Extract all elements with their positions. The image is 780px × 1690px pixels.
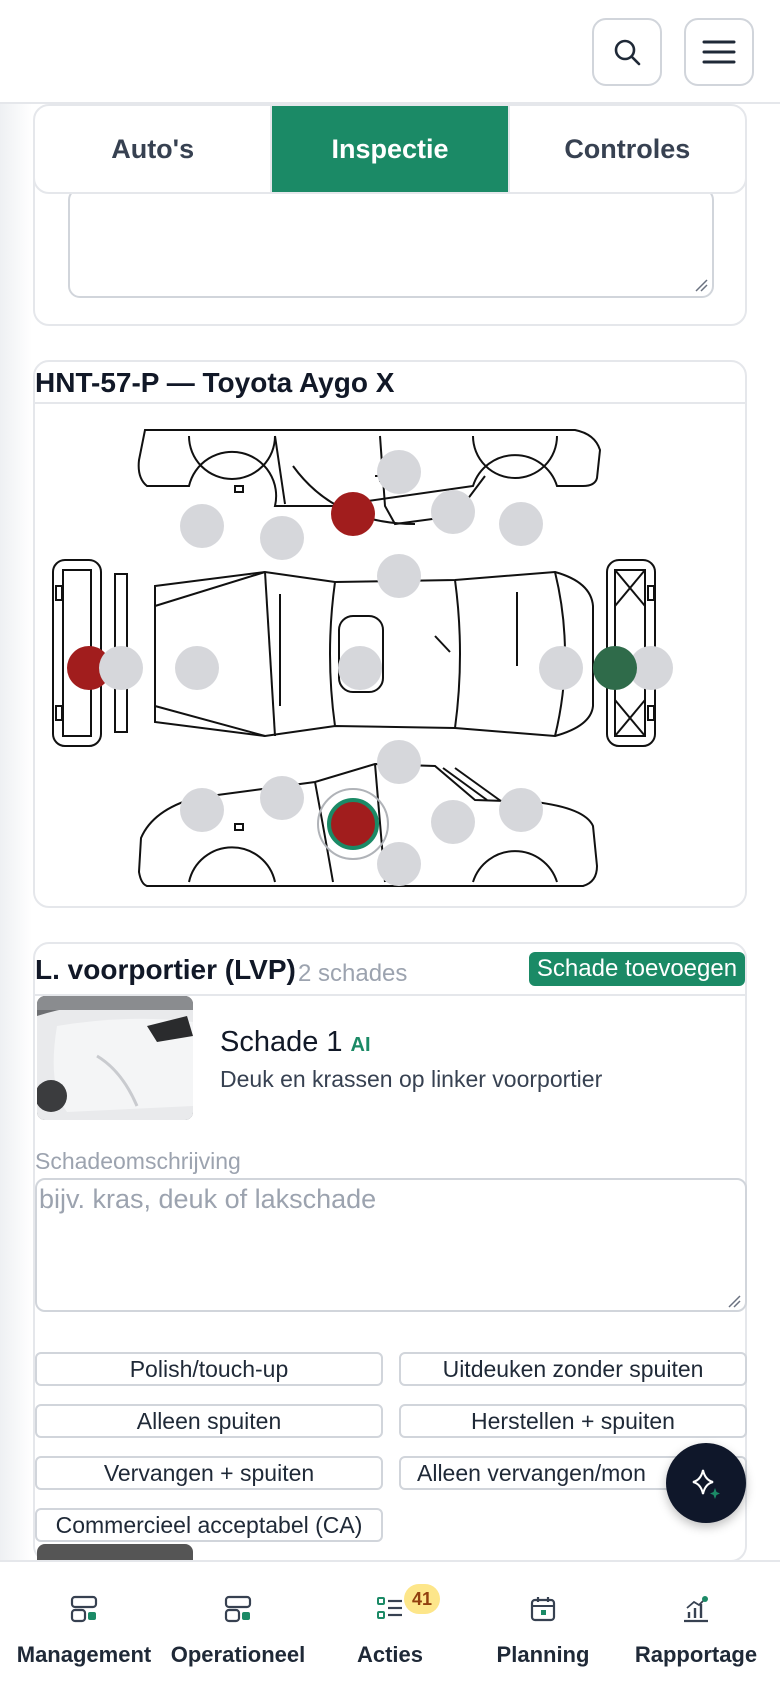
search-button[interactable] [592, 18, 662, 86]
add-damage-button[interactable]: Schade toevoegen [529, 952, 745, 986]
calendar-icon [530, 1597, 556, 1622]
tab-controles[interactable]: Controles [510, 106, 745, 192]
repair-option-repair-paint[interactable]: Herstellen + spuiten [399, 1404, 747, 1438]
nav-planning[interactable]: Planning [465, 1562, 621, 1667]
nav-operationeel[interactable]: Operationeel [160, 1562, 316, 1667]
repair-option-pdr[interactable]: Uitdeuken zonder spuiten [399, 1352, 747, 1386]
marker-side-bottom-rear-door [431, 800, 475, 844]
nav-acties[interactable]: 41 Acties [312, 1562, 468, 1667]
marker-side-top-damage [331, 492, 375, 536]
resize-grip-icon [695, 279, 708, 292]
marker-side-top-rear-door [431, 490, 475, 534]
search-icon [614, 39, 641, 66]
marker-side-bottom-rear [499, 788, 543, 832]
dashboard-icon [70, 1595, 98, 1623]
dashboard-icon [224, 1595, 252, 1623]
marker-side-top-rear [499, 502, 543, 546]
marker-side-top-sill [377, 554, 421, 598]
page-edge-shade [0, 0, 32, 1560]
repair-option-polish[interactable]: Polish/touch-up [35, 1352, 383, 1386]
ai-assistant-button[interactable] [666, 1443, 746, 1523]
actions-count-badge: 41 [404, 1584, 440, 1614]
marker-roof-center [377, 450, 421, 494]
nav-label: Acties [356, 1642, 424, 1667]
hamburger-menu-icon [702, 40, 736, 64]
notes-textarea[interactable] [68, 188, 714, 298]
marker-trunk [539, 646, 583, 690]
damage-name-text: Schade 1 [220, 1026, 343, 1058]
repair-option-replace-paint[interactable]: Vervangen + spuiten [35, 1456, 383, 1490]
marker-side-bottom-front [180, 788, 224, 832]
nav-rapportage[interactable]: Rapportage [618, 1562, 774, 1667]
damage-card-header: L. voorportier (LVP) 2 schades Schade to… [35, 944, 745, 996]
nav-label: Rapportage [634, 1642, 758, 1667]
nav-label: Operationeel [170, 1642, 306, 1667]
marker-rear-bumper-ok [593, 646, 637, 690]
repair-option-commercial[interactable]: Commercieel acceptabel (CA) [35, 1508, 383, 1542]
marker-lvp-selected [327, 798, 379, 850]
damage-location-title: L. voorportier (LVP) [35, 954, 296, 985]
marker-roof [338, 646, 382, 690]
damage-description: Deuk en krassen op linker voorportier [220, 1066, 603, 1092]
repair-option-paint-only[interactable]: Alleen spuiten [35, 1404, 383, 1438]
marker-side-bottom-roof [377, 740, 421, 784]
inspection-markers [67, 450, 673, 886]
marker-hood [175, 646, 219, 690]
list-icon [377, 1597, 402, 1619]
nav-management[interactable]: Management [6, 1562, 162, 1667]
marker-side-top-door [260, 516, 304, 560]
sparkle-icon [692, 1469, 720, 1499]
description-label: Schadeomschrijving [35, 1148, 241, 1174]
bottom-navigation: Management Operationeel 41 Acties Planni… [0, 1560, 780, 1690]
tab-inspectie[interactable]: Inspectie [272, 106, 510, 192]
car-damage-diagram [52, 429, 673, 887]
vehicle-diagram-card: HNT-57-P — Toyota Aygo X [33, 360, 747, 908]
damage-name: Schade 1 AI [220, 1026, 371, 1059]
menu-button[interactable] [684, 18, 754, 86]
description-textarea[interactable]: bijv. kras, deuk of lakschade [35, 1178, 747, 1312]
marker-side-top-front [180, 504, 224, 548]
top-bar [0, 0, 780, 104]
damage-photo[interactable] [37, 996, 193, 1120]
resize-grip-icon [728, 1295, 741, 1308]
tab-autos[interactable]: Auto's [35, 106, 273, 192]
damage-card: L. voorportier (LVP) 2 schades Schade to… [33, 942, 747, 1564]
marker-side-bottom-pillar [260, 776, 304, 820]
chart-icon [684, 1596, 708, 1623]
car-side-top-outline [137, 429, 602, 507]
damage-photo-image [37, 996, 193, 1120]
marker-front-bumper [99, 646, 143, 690]
nav-label: Planning [496, 1642, 590, 1667]
marker-side-bottom-sill [377, 842, 421, 886]
vehicle-title: HNT-57-P — Toyota Aygo X [35, 362, 745, 404]
ai-badge: AI [350, 1034, 371, 1056]
tab-bar: Auto's Inspectie Controles [33, 104, 747, 194]
nav-label: Management [16, 1642, 152, 1667]
damage-count: 2 schades [298, 960, 408, 987]
